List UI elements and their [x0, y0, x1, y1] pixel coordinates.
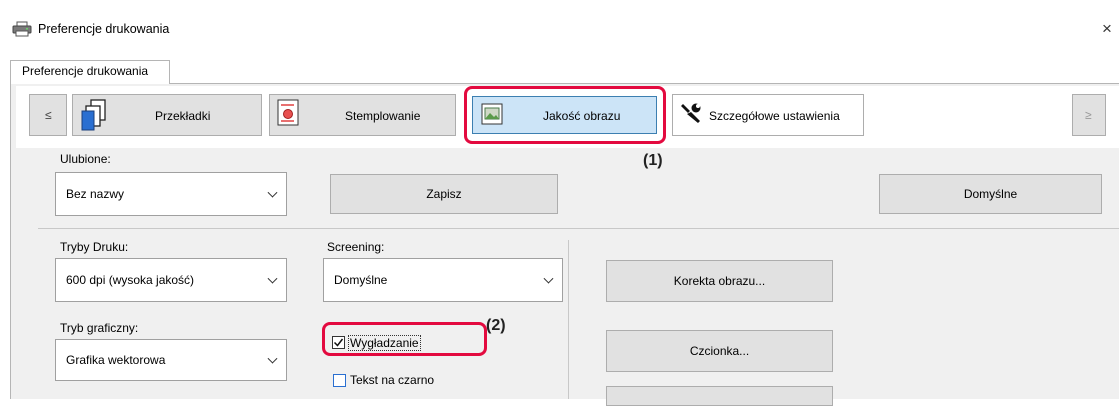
text-black-checkbox[interactable]: [333, 374, 346, 387]
print-mode-label: Tryby Druku:: [60, 240, 129, 254]
text-black-label[interactable]: Tekst na czarno: [350, 373, 434, 387]
print-mode-select[interactable]: 600 dpi (wysoka jakość): [55, 258, 287, 302]
nav-button-stemplowanie[interactable]: Stemplowanie: [269, 94, 456, 136]
callout-1: (1): [643, 152, 663, 169]
wrench-icon: [679, 103, 703, 128]
section-divider: [38, 228, 1119, 229]
image-correction-button[interactable]: Korekta obrazu...: [606, 260, 833, 302]
highlight-box-2: [322, 322, 487, 356]
tab-preferences-label: Preferencje drukowania: [22, 64, 149, 78]
window-title: Preferencje drukowania: [38, 22, 170, 36]
chevron-down-icon: [543, 273, 554, 284]
callout-2: (2): [486, 317, 506, 334]
graphics-mode-label: Tryb graficzny:: [60, 321, 139, 335]
nav-button-przekladki[interactable]: Przekładki: [72, 94, 262, 136]
nav-button-stemplowanie-label: Stemplowanie: [345, 109, 421, 123]
pages-icon: [81, 98, 109, 135]
graphics-mode-value: Grafika wektorowa: [66, 353, 166, 367]
nav-next-button[interactable]: ≥: [1072, 94, 1106, 136]
nav-next-label: ≥: [1085, 108, 1092, 122]
screening-label: Screening:: [327, 240, 385, 254]
highlight-box-1: [464, 86, 666, 144]
screening-select[interactable]: Domyślne: [323, 258, 563, 302]
screening-value: Domyślne: [334, 273, 388, 287]
chevron-down-icon: [267, 187, 278, 198]
stamp-icon: [276, 98, 302, 131]
nav-button-przekladki-label: Przekładki: [155, 109, 211, 123]
chevron-down-icon: [267, 353, 278, 364]
printer-icon: [12, 21, 32, 37]
favorites-value: Bez nazwy: [66, 187, 125, 201]
favorites-label: Ulubione:: [60, 152, 111, 166]
bottom-button-partial[interactable]: [606, 386, 833, 406]
nav-prev-button[interactable]: ≤: [29, 94, 67, 136]
close-button[interactable]: ×: [1096, 18, 1118, 40]
print-mode-value: 600 dpi (wysoka jakość): [66, 273, 195, 287]
graphics-mode-select[interactable]: Grafika wektorowa: [55, 339, 287, 381]
nav-button-szczegolowe-label: Szczegółowe ustawienia: [709, 109, 840, 123]
save-button[interactable]: Zapisz: [330, 174, 558, 214]
column-divider: [568, 240, 569, 399]
favorites-select[interactable]: Bez nazwy: [55, 172, 287, 216]
nav-prev-label: ≤: [45, 108, 52, 122]
font-button[interactable]: Czcionka...: [606, 330, 833, 372]
nav-button-szczegolowe[interactable]: Szczegółowe ustawienia: [672, 94, 864, 136]
chevron-down-icon: [267, 273, 278, 284]
default-button[interactable]: Domyślne: [879, 174, 1102, 214]
